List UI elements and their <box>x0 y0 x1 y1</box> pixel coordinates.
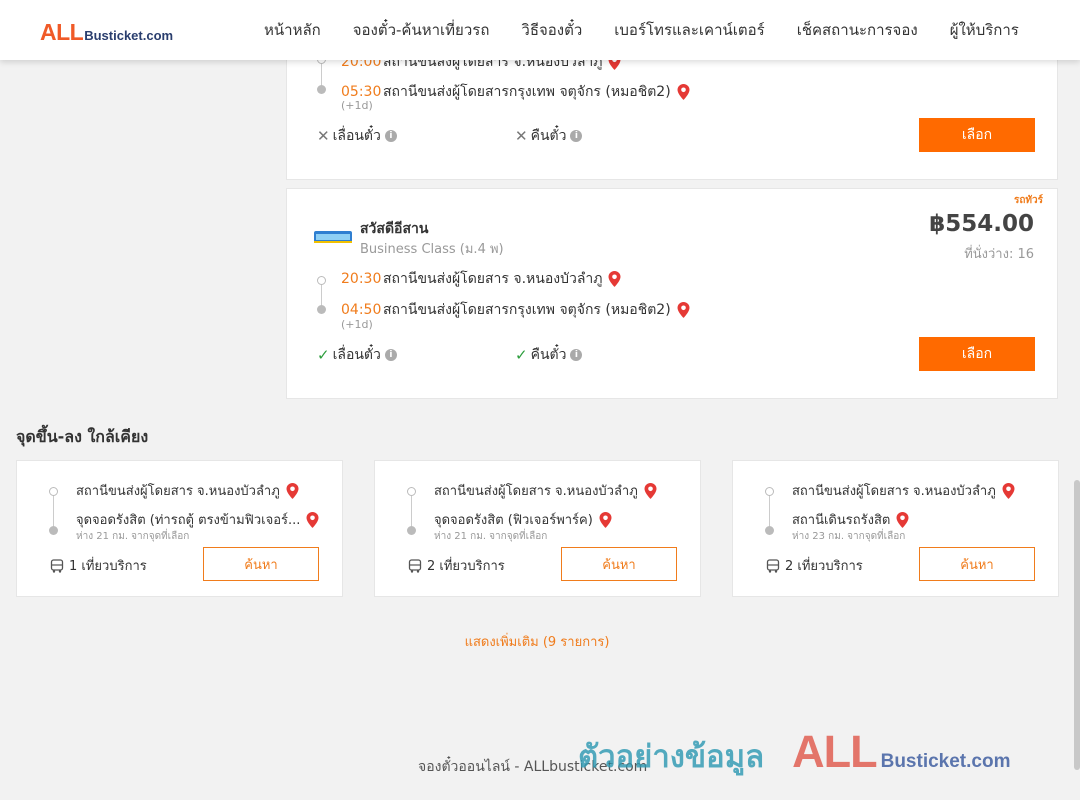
bus-class: Business Class (ม.4 พ) <box>360 242 504 257</box>
nav-home[interactable]: หน้าหลัก <box>264 18 321 42</box>
nearby-card-1: สถานีขนส่งผู้โดยสาร จ.หนองบัวลำภู จุดจอด… <box>16 460 343 597</box>
seats-available: ที่นั่งว่าง: 16 <box>964 247 1034 262</box>
trip-card-2: รถทัวร์ สวัสดีอีสาน Business Class (ม.4 … <box>286 188 1058 399</box>
map-pin-icon[interactable] <box>896 511 909 528</box>
nearby-to: จุดจอดรังสิต (ท่ารถตู้ ตรงข้ามฟิวเจอร์..… <box>76 509 338 530</box>
map-pin-icon[interactable] <box>677 84 690 100</box>
map-pin-icon[interactable] <box>1002 482 1015 499</box>
nearby-distance: ห่าง 21 กม. จากจุดที่เลือก <box>76 531 190 542</box>
trip-count: 1 เที่ยวบริการ <box>50 555 147 576</box>
refund-ticket-policy: ✕ คืนตั๋ว i <box>515 125 583 147</box>
bus-icon <box>408 558 422 573</box>
nearby-from: สถานีขนส่งผู้โดยสาร จ.หนองบัวลำภู <box>434 480 696 501</box>
nearby-search-button[interactable]: ค้นหา <box>203 547 319 581</box>
main-nav: หน้าหลัก จองตั๋ว-ค้นหาเที่ยวรถ วิธีจองตั… <box>264 0 1019 60</box>
bus-icon <box>766 558 780 573</box>
info-icon[interactable]: i <box>384 349 397 361</box>
depart-time: 20:30 <box>341 271 382 287</box>
nearby-card-3: สถานีขนส่งผู้โดยสาร จ.หนองบัวลำภู สถานีเ… <box>732 460 1059 597</box>
page-scrollbar[interactable] <box>1074 480 1080 770</box>
plus-day: (+1d) <box>341 318 373 331</box>
operator-logo <box>314 231 352 243</box>
info-icon[interactable]: i <box>570 130 583 142</box>
select-trip-button[interactable]: เลือก <box>919 337 1035 371</box>
nearby-to-text: จุดจอดรังสิต (ฟิวเจอร์พาร์ค) <box>434 513 593 528</box>
site-logo[interactable]: ALL Busticket.com <box>40 19 173 46</box>
nav-search-trips[interactable]: จองตั๋ว-ค้นหาเที่ยวรถ <box>353 18 490 42</box>
map-pin-icon[interactable] <box>644 482 657 499</box>
nearby-from: สถานีขนส่งผู้โดยสาร จ.หนองบัวลำภู <box>792 480 1054 501</box>
trip-count-text: 2 เที่ยวบริการ <box>427 559 505 574</box>
bus-icon <box>50 558 64 573</box>
refund-ticket-policy: ✓ คืนตั๋ว i <box>515 344 583 366</box>
bus-type-badge: รถทัวร์ <box>1013 195 1043 206</box>
arrive-time: 05:30 <box>341 84 382 100</box>
refund-label: คืนตั๋ว <box>530 347 567 363</box>
map-pin-icon[interactable] <box>608 271 621 287</box>
depart-stop: 20:30 สถานีขนส่งผู้โดยสาร จ.หนองบัวลำภู <box>341 268 621 290</box>
watermark-thai: ตัวอย่างข้อมูล <box>578 739 765 775</box>
show-more-link[interactable]: แสดงเพิ่มเติม (9 รายการ) <box>0 631 1074 652</box>
trip-count-text: 2 เที่ยวบริการ <box>785 559 863 574</box>
depart-place: สถานีขนส่งผู้โดยสาร จ.หนองบัวลำภู <box>383 271 603 287</box>
info-icon[interactable]: i <box>384 130 397 142</box>
nav-booking-status[interactable]: เช็คสถานะการจอง <box>797 18 918 42</box>
info-icon[interactable]: i <box>570 349 583 361</box>
top-header: ALL Busticket.com หน้าหลัก จองตั๋ว-ค้นหา… <box>0 0 1080 60</box>
nearby-to-text: จุดจอดรังสิต (ท่ารถตู้ ตรงข้ามฟิวเจอร์..… <box>76 513 301 528</box>
nearby-to: จุดจอดรังสิต (ฟิวเจอร์พาร์ค) <box>434 509 696 530</box>
operator-name: สวัสดีอีสาน <box>360 221 429 237</box>
arrive-stop: 05:30 สถานีขนส่งผู้โดยสารกรุงเทพ จตุจักร… <box>341 81 690 103</box>
change-label: เลื่อนตั๋ว <box>332 347 381 363</box>
nearby-to-text: สถานีเดินรถรังสิต <box>792 513 891 528</box>
select-trip-button[interactable]: เลือก <box>919 118 1035 152</box>
arrive-place: สถานีขนส่งผู้โดยสารกรุงเทพ จตุจักร (หมอช… <box>383 302 671 318</box>
logo-all: ALL <box>40 19 84 45</box>
nearby-distance: ห่าง 21 กม. จากจุดที่เลือก <box>434 531 548 542</box>
plus-day: (+1d) <box>341 99 373 112</box>
watermark-busticket: Busticket.com <box>880 751 1011 772</box>
change-ticket-policy: ✕ เลื่อนตั๋ว i <box>317 125 397 147</box>
check-icon: ✓ <box>515 346 528 364</box>
nearby-to: สถานีเดินรถรังสิต <box>792 509 1054 530</box>
map-pin-icon[interactable] <box>306 511 319 528</box>
arrive-time: 04:50 <box>341 302 382 318</box>
nearby-search-button[interactable]: ค้นหา <box>919 547 1035 581</box>
change-ticket-policy: ✓ เลื่อนตั๋ว i <box>317 344 397 366</box>
nearby-from-text: สถานีขนส่งผู้โดยสาร จ.หนองบัวลำภู <box>76 484 280 499</box>
arrive-place: สถานีขนส่งผู้โดยสารกรุงเทพ จตุจักร (หมอช… <box>383 84 671 100</box>
trip-count-text: 1 เที่ยวบริการ <box>69 559 147 574</box>
nearby-from-text: สถานีขนส่งผู้โดยสาร จ.หนองบัวลำภู <box>792 484 996 499</box>
trip-count: 2 เที่ยวบริการ <box>408 555 505 576</box>
nearby-from-text: สถานีขนส่งผู้โดยสาร จ.หนองบัวลำภู <box>434 484 638 499</box>
nearby-search-button[interactable]: ค้นหา <box>561 547 677 581</box>
change-label: เลื่อนตั๋ว <box>332 128 381 144</box>
trip-count: 2 เที่ยวบริการ <box>766 555 863 576</box>
nav-operators[interactable]: ผู้ให้บริการ <box>950 18 1019 42</box>
check-icon: ✓ <box>317 346 330 364</box>
map-pin-icon[interactable] <box>599 511 612 528</box>
nearby-section-title: จุดขึ้น-ลง ใกล้เคียง <box>16 427 149 446</box>
cross-icon: ✕ <box>515 127 528 145</box>
refund-label: คืนตั๋ว <box>530 128 567 144</box>
logo-busticket: Busticket.com <box>84 28 174 43</box>
map-pin-icon[interactable] <box>677 302 690 318</box>
nearby-card-2: สถานีขนส่งผู้โดยสาร จ.หนองบัวลำภู จุดจอด… <box>374 460 701 597</box>
nearby-from: สถานีขนส่งผู้โดยสาร จ.หนองบัวลำภู <box>76 480 338 501</box>
ticket-price: ฿554.00 <box>929 211 1034 237</box>
nearby-distance: ห่าง 23 กม. จากจุดที่เลือก <box>792 531 906 542</box>
sample-watermark: ตัวอย่างข้อมูล ALL Busticket.com <box>578 726 1010 781</box>
watermark-all: ALL <box>792 726 877 777</box>
nav-contacts[interactable]: เบอร์โทรและเคาน์เตอร์ <box>614 18 764 42</box>
arrive-stop: 04:50 สถานีขนส่งผู้โดยสารกรุงเทพ จตุจักร… <box>341 299 690 321</box>
cross-icon: ✕ <box>317 127 330 145</box>
nav-how-to-book[interactable]: วิธีจองตั๋ว <box>521 18 582 42</box>
map-pin-icon[interactable] <box>286 482 299 499</box>
